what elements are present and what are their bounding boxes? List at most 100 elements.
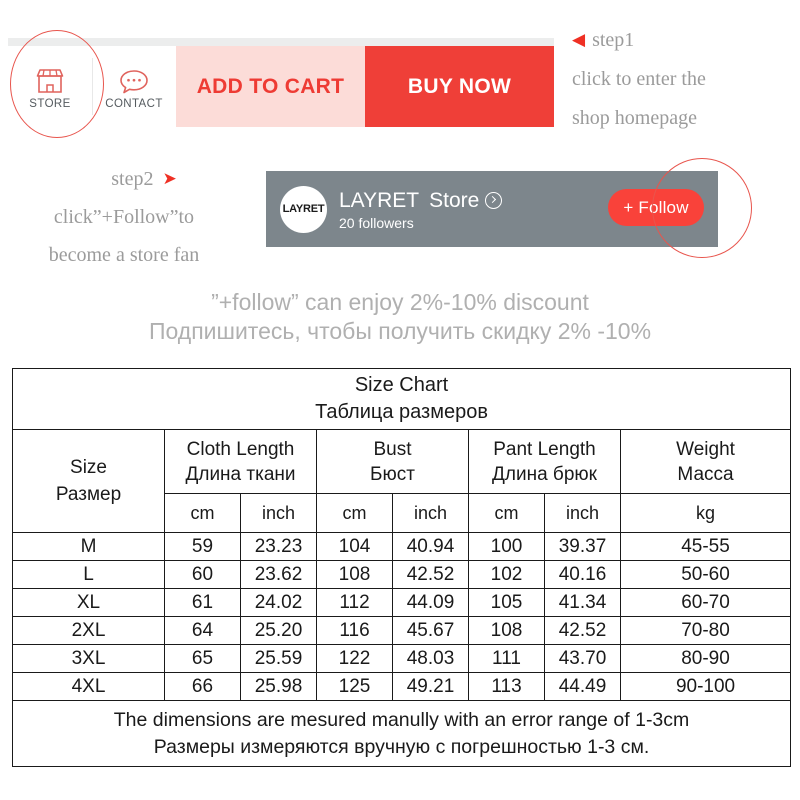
cell-bust-cm: 104 [316,532,393,561]
cell-cloth-cm: 59 [164,532,241,561]
header-pant-ru: Длина брюк [492,463,597,485]
size-chart-title-en: Size Chart [354,374,449,396]
store-banner[interactable]: LAYRET LAYRET Store 20 followers + Follo… [266,171,718,247]
cell-pant-inch: 42.52 [544,616,621,645]
note-en: The dimensions are mesured manully with … [113,708,690,731]
header-size-en: Size [70,457,107,478]
cell-cloth-inch: 24.02 [240,588,317,617]
cell-cloth-cm: 66 [164,672,241,701]
discount-note: ”+follow” can enjoy 2%-10% discount Подп… [0,288,800,346]
header-pant-en: Pant Length [493,438,596,460]
store-name-suffix: Store [429,188,480,212]
chevron-right-circle-icon [485,191,503,209]
unit-bust-cm: cm [316,493,393,533]
buy-now-button[interactable]: BUY NOW [365,46,554,127]
cell-bust-inch: 45.67 [392,616,469,645]
arrow-left-icon: ◀ [572,30,586,49]
step2-line2: click”+Follow”to [53,206,195,228]
cell-bust-cm: 122 [316,644,393,673]
cell-pant-cm: 108 [468,616,545,645]
step2-annotation: step2 ➤ click”+Follow”to become a store f… [0,160,248,274]
unit-pant-inch: inch [544,493,621,533]
cell-bust-inch: 44.09 [392,588,469,617]
cell-cloth-inch: 25.20 [240,616,317,645]
header-bust: Bust Бюст [316,429,469,494]
cell-cloth-cm: 64 [164,616,241,645]
cell-size: L [12,560,165,589]
table-row: 3XL 65 25.59 122 48.03 111 43.70 80-90 [12,644,792,673]
header-cloth-ru: Длина ткани [185,463,296,485]
cell-cloth-inch: 25.59 [240,644,317,673]
store-name-row[interactable]: LAYRET Store [339,188,503,213]
step1-annotation: ◀ step1 click to enter the shop homepage [572,20,800,138]
header-bust-ru: Бюст [370,463,415,485]
cell-pant-cm: 102 [468,560,545,589]
header-bust-en: Bust [373,438,412,460]
cell-bust-inch: 42.52 [392,560,469,589]
store-followers-count: 20 followers [339,214,414,231]
cell-pant-cm: 111 [468,644,545,673]
cell-cloth-inch: 23.62 [240,560,317,589]
header-weight: Weight Масса [619,429,792,494]
size-chart-title-cell: Size Chart Таблица размеров [11,368,792,430]
cell-weight-kg: 50-60 [619,560,792,589]
cell-pant-inch: 41.34 [544,588,621,617]
header-weight-ru: Масса [677,463,734,485]
cell-weight-kg: 45-55 [619,532,792,561]
header-cloth-en: Cloth Length [186,438,295,460]
step2-line1: step2 ➤ [0,160,248,198]
contact-button[interactable]: CONTACT [92,46,176,127]
cell-pant-inch: 40.16 [544,560,621,589]
cell-size: 4XL [12,672,165,701]
table-title-row: Size Chart Таблица размеров [11,368,792,430]
cell-bust-inch: 49.21 [392,672,469,701]
header-cloth-length: Cloth Length Длина ткани [164,429,317,494]
cell-pant-cm: 105 [468,588,545,617]
header-size-ru: Размер [55,484,122,505]
cell-pant-inch: 44.49 [544,672,621,701]
store-info: LAYRET Store 20 followers [339,188,503,231]
cell-pant-inch: 39.37 [544,532,621,561]
arrow-right-icon: ➤ [162,169,177,188]
unit-cloth-cm: cm [164,493,241,533]
header-pant-length: Pant Length Длина брюк [468,429,621,494]
table-row: XL 61 24.02 112 44.09 105 41.34 60-70 [12,588,792,617]
store-button-label: STORE [29,98,71,110]
step2-label: step2 [111,168,154,190]
cell-cloth-cm: 65 [164,644,241,673]
header-weight-en: Weight [676,438,735,460]
discount-line-en: ”+follow” can enjoy 2%-10% discount [211,289,589,315]
unit-cloth-inch: inch [240,493,317,533]
avatar: LAYRET [280,185,327,233]
cell-cloth-cm: 60 [164,560,241,589]
step1-line1: ◀ step1 [572,20,800,60]
store-button[interactable]: STORE [8,46,92,127]
product-action-bar: STORE CONTACT ADD TO CART BUY NOW [8,46,554,127]
cell-bust-cm: 125 [316,672,393,701]
cell-size: XL [12,588,165,617]
table-note-row: The dimensions are mesured manully with … [11,700,792,767]
cell-weight-kg: 80-90 [619,644,792,673]
cell-weight-kg: 60-70 [619,588,792,617]
step2-line3: become a store fan [48,244,200,266]
step1-line2: click to enter the [572,68,706,90]
size-chart-table: Size Chart Таблица размеров Size Размер … [11,368,792,767]
note-ru: Размеры измеряются вручную с погрешность… [153,735,650,758]
speech-bubble-icon [119,63,149,95]
size-chart-title-ru: Таблица размеров [315,401,488,423]
cell-pant-inch: 43.70 [544,644,621,673]
unit-pant-cm: cm [468,493,545,533]
unit-weight-kg: kg [619,493,792,533]
table-row: M 59 23.23 104 40.94 100 39.37 45-55 [12,532,792,561]
cell-bust-cm: 116 [316,616,393,645]
cell-weight-kg: 70-80 [619,616,792,645]
discount-line-ru: Подпишитесь, чтобы получить скидку 2% -1… [148,318,652,344]
cell-bust-cm: 108 [316,560,393,589]
follow-button[interactable]: + Follow [608,189,704,226]
table-row: 4XL 66 25.98 125 49.21 113 44.49 90-100 [12,672,792,701]
size-chart-note-cell: The dimensions are mesured manully with … [11,700,792,767]
table-group-header-row: Size Размер Cloth Length Длина ткани Bus… [12,429,792,533]
contact-button-label: CONTACT [105,98,163,110]
unit-bust-inch: inch [392,493,469,533]
add-to-cart-button[interactable]: ADD TO CART [176,46,365,127]
